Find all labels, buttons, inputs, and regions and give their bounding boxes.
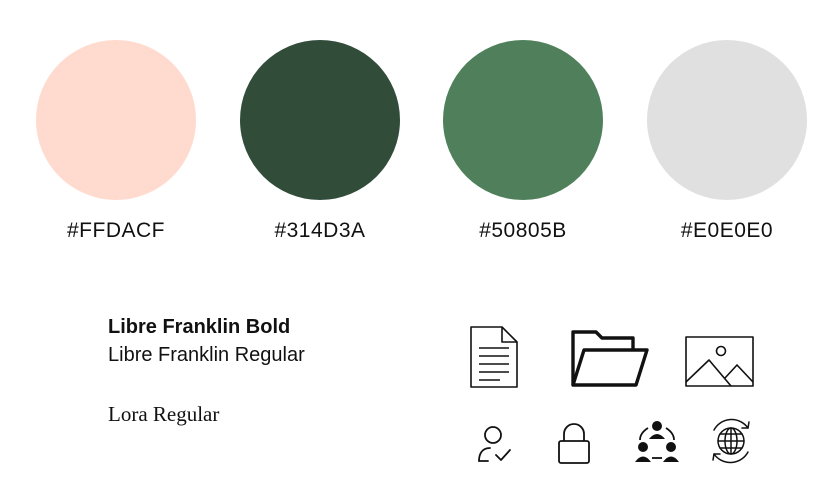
swatch-light-gray — [647, 40, 807, 200]
lock-icon — [557, 421, 591, 465]
hex-label-dark-green: #314D3A — [274, 219, 366, 242]
font-sample-libre-franklin-regular: Libre Franklin Regular — [108, 344, 305, 366]
swatch-green — [443, 40, 603, 200]
hex-label-light-gray: #E0E0E0 — [680, 219, 774, 242]
hex-label-peach: #FFDACF — [67, 219, 165, 242]
hex-label-green: #50805B — [479, 219, 567, 242]
folder-open-icon — [570, 328, 650, 388]
document-icon — [470, 326, 518, 388]
swatch-peach — [36, 40, 196, 200]
team-network-icon — [634, 418, 680, 464]
font-sample-lora-regular: Lora Regular — [108, 402, 220, 426]
user-check-icon — [476, 424, 512, 464]
globe-sync-icon — [708, 418, 754, 464]
font-sample-libre-franklin-bold: Libre Franklin Bold — [108, 316, 291, 338]
swatch-dark-green — [240, 40, 400, 200]
image-icon — [685, 336, 755, 388]
